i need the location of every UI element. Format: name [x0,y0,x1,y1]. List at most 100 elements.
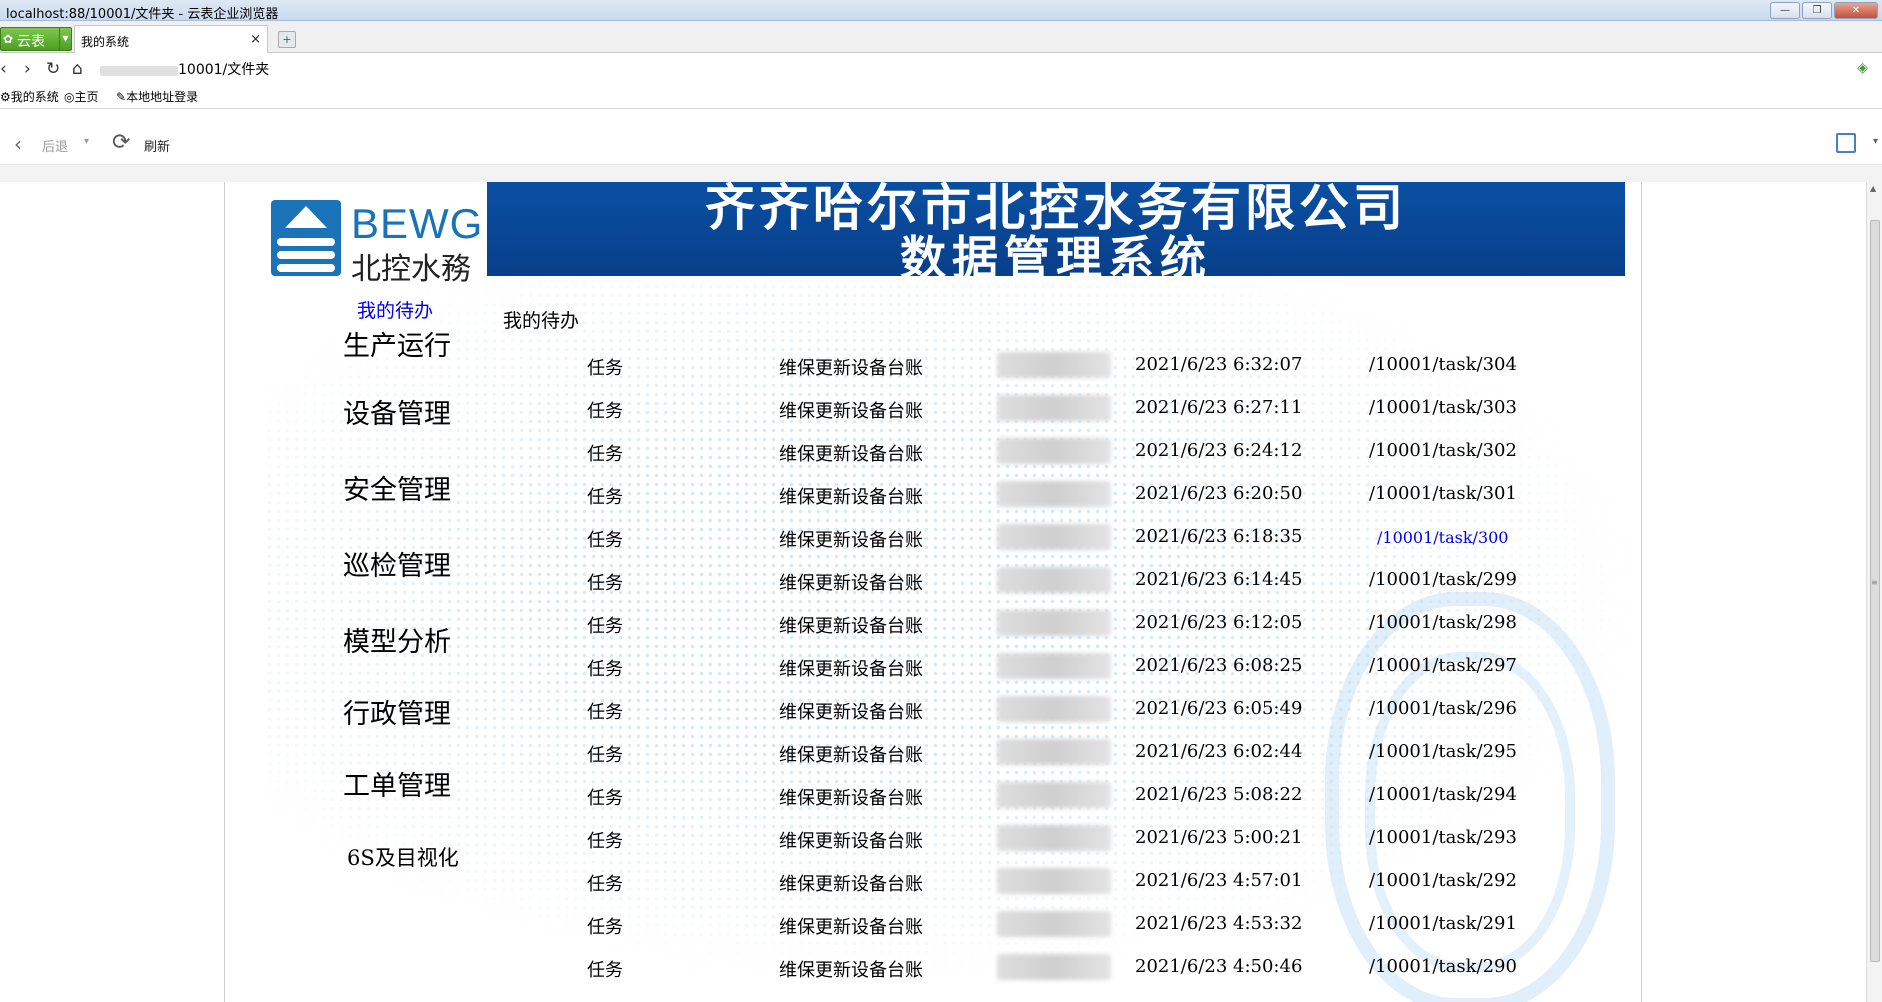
window-title-bar: localhost:88/10001/文件夹 - 云表企业浏览器 — ❐ ✕ [0,0,1882,22]
close-tab-icon[interactable]: × [250,32,261,47]
header-banner: 齐齐哈尔市北控水务有限公司 数据管理系统 [487,182,1625,276]
task-type: 任务 [587,530,623,551]
task-time: 2021/6/23 6:02:44 [1135,741,1303,762]
task-time: 2021/6/23 4:50:46 [1135,956,1303,977]
task-type: 任务 [587,917,623,938]
task-link[interactable]: /10001/task/299 [1369,569,1517,590]
task-link[interactable]: /10001/task/290 [1369,956,1517,977]
bookmark-home[interactable]: ◎主页 [64,88,99,105]
task-link[interactable]: /10001/task/291 [1369,913,1517,934]
task-name: 维保更新设备台账 [779,659,923,680]
redacted-user [997,825,1111,851]
task-type: 任务 [587,358,623,379]
redacted-user [997,868,1111,894]
task-row: 任务 维保更新设备台账 2021/6/23 6:12:05/10001/task/2… [225,608,1641,638]
bookmark-label: 本地地址登录 [126,90,199,104]
task-name: 维保更新设备台账 [779,874,923,895]
task-time: 2021/6/23 6:20:50 [1135,483,1303,504]
refresh-button[interactable]: 刷新 [144,136,170,155]
home-icon[interactable]: ⌂ [72,59,83,79]
tab-label: 我的系统 [81,35,130,49]
vertical-scrollbar[interactable]: ▲ ≡ [1866,182,1882,1002]
task-time: 2021/6/23 6:05:49 [1135,698,1303,719]
forward-arrow-icon[interactable]: › [24,59,31,79]
refresh-icon[interactable]: ⟳ [112,130,130,155]
scroll-grip-icon: ≡ [1871,578,1878,587]
redacted-user [997,653,1111,679]
task-link[interactable]: /10001/task/303 [1369,397,1517,418]
task-row: 任务 维保更新设备台账 2021/6/23 5:08:22/10001/task/2… [225,780,1641,810]
url-input[interactable]: 10001/文件夹 [178,59,269,79]
task-time: 2021/6/23 4:53:32 [1135,913,1303,934]
close-window-button[interactable]: ✕ [1834,2,1878,19]
task-link[interactable]: /10001/task/294 [1369,784,1517,805]
bookmark-label: 我的系统 [10,90,59,104]
task-row: 任务 维保更新设备台账 2021/6/23 6:08:25/10001/task/2… [225,651,1641,681]
cloud-menu-label: 云表 [17,34,45,50]
task-name: 维保更新设备台账 [779,702,923,723]
task-link[interactable]: /10001/task/295 [1369,741,1517,762]
redacted-user [997,610,1111,636]
window-controls: — ❐ ✕ [1770,2,1878,19]
task-row: 任务 维保更新设备台账 2021/6/23 6:05:49/10001/task/2… [225,694,1641,724]
task-type: 任务 [587,960,623,981]
app-toolbar: ‹ 后退 ▾ ⟳ 刷新 ▾ [0,124,1882,164]
back-chevron-icon[interactable]: ‹ [14,132,22,156]
scroll-up-icon[interactable]: ▲ [1870,184,1876,193]
nav-my-todo-link[interactable]: 我的待办 [357,296,433,323]
task-link[interactable]: /10001/task/302 [1369,440,1517,461]
task-link[interactable]: /10001/task/297 [1369,655,1517,676]
task-link[interactable]: /10001/task/298 [1369,612,1517,633]
cloud-menu-button[interactable]: ✿ 云表 ▼ [0,27,72,51]
tab-my-system[interactable]: 我的系统 × [74,25,268,53]
task-time: 2021/6/23 4:57:01 [1135,870,1303,891]
redacted-user [997,395,1111,421]
task-time: 2021/6/23 6:24:12 [1135,440,1303,461]
page-viewport: BEWG 北控水務 齐齐哈尔市北控水务有限公司 数据管理系统 我的待办 生产运行… [0,182,1866,1002]
copy-icon[interactable] [1836,133,1856,153]
task-time: 2021/6/23 6:27:11 [1135,397,1303,418]
new-tab-button[interactable]: + [278,31,296,48]
restore-button[interactable]: ❐ [1802,2,1832,19]
redacted-user [997,911,1111,937]
minimize-button[interactable]: — [1770,2,1800,19]
scrollbar-thumb[interactable] [1870,220,1880,962]
task-row: 任务 维保更新设备台账 2021/6/23 6:24:12/10001/task/3… [225,436,1641,466]
address-bar: ‹ › ↻ ⌂ 10001/文件夹 ◈ [0,53,1882,83]
task-time: 2021/6/23 6:08:25 [1135,655,1303,676]
task-name: 维保更新设备台账 [779,745,923,766]
task-row: 任务 维保更新设备台账 2021/6/23 6:02:44/10001/task/2… [225,737,1641,767]
task-link[interactable]: /10001/task/292 [1369,870,1517,891]
redacted-user [997,438,1111,464]
redacted-user [997,567,1111,593]
task-link[interactable]: /10001/task/301 [1369,483,1517,504]
redacted-host [100,66,178,76]
chevron-down-icon[interactable]: ▼ [59,28,71,50]
task-time: 2021/6/23 6:14:45 [1135,569,1303,590]
task-type: 任务 [587,788,623,809]
task-link[interactable]: /10001/task/300 [1377,528,1508,547]
task-time: 2021/6/23 6:12:05 [1135,612,1303,633]
extension-icon[interactable]: ◈ [1857,60,1868,76]
back-arrow-icon[interactable]: ‹ [0,59,7,79]
redacted-user [997,524,1111,550]
bookmark-my-system[interactable]: ⚙我的系统 [0,88,59,105]
chevron-down-icon[interactable]: ▾ [84,136,89,147]
chevron-down-icon[interactable]: ▾ [1873,136,1878,147]
task-name: 维保更新设备台账 [779,530,923,551]
task-link[interactable]: /10001/task/304 [1369,354,1517,375]
task-row: 任务 维保更新设备台账 2021/6/23 6:32:07/10001/task/3… [225,350,1641,380]
task-row: 任务 维保更新设备台账 2021/6/23 5:00:21/10001/task/2… [225,823,1641,853]
task-link[interactable]: /10001/task/293 [1369,827,1517,848]
task-link[interactable]: /10001/task/296 [1369,698,1517,719]
task-type: 任务 [587,487,623,508]
task-type: 任务 [587,874,623,895]
window-title: localhost:88/10001/文件夹 - 云表企业浏览器 [6,7,279,22]
logo-text-en: BEWG [351,200,484,247]
todo-section-title: 我的待办 [503,310,580,332]
bookmark-local-login[interactable]: ✎本地地址登录 [116,88,198,105]
back-button[interactable]: 后退 [42,136,68,155]
tab-bar: ✿ 云表 ▼ 我的系统 × + [0,21,1882,53]
task-row: 任务 维保更新设备台账 2021/6/23 6:14:45/10001/task/2… [225,565,1641,595]
reload-icon[interactable]: ↻ [46,59,60,79]
